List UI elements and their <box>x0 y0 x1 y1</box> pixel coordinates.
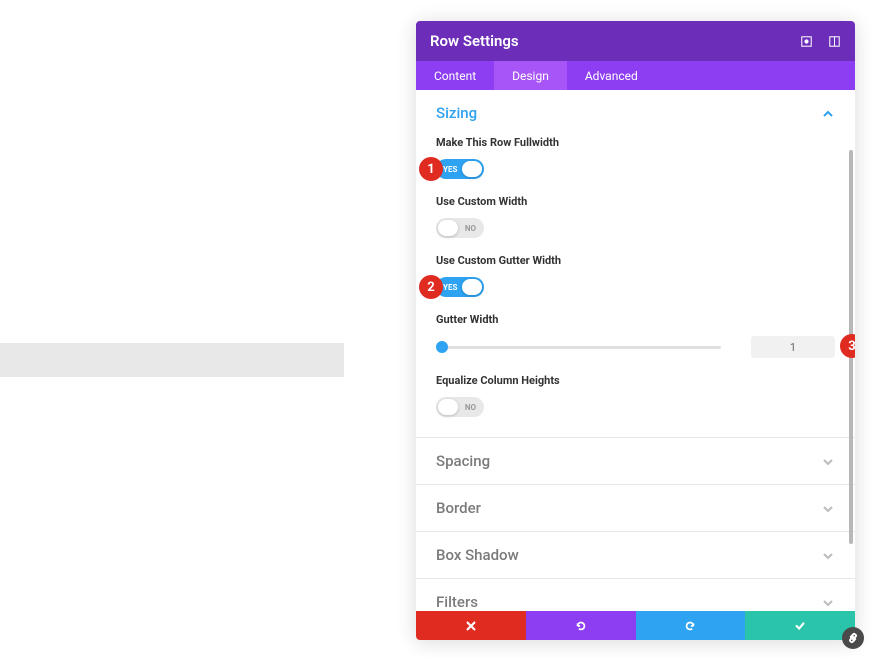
panel-header: Row Settings <box>416 21 855 61</box>
toggle-custom-gutter[interactable]: YES <box>436 277 484 297</box>
annotation-badge-3: 3 <box>840 334 855 358</box>
field-equalize: Equalize Column Heights NO <box>436 374 835 417</box>
cancel-button[interactable] <box>416 611 526 640</box>
panel-title: Row Settings <box>430 32 519 50</box>
section-header-border[interactable]: Border <box>416 485 855 531</box>
tab-content[interactable]: Content <box>416 61 494 90</box>
chevron-up-icon <box>821 106 835 120</box>
toggle-knob <box>462 279 482 295</box>
undo-button[interactable] <box>526 611 636 640</box>
toggle-label: YES <box>443 283 457 292</box>
toggle-knob <box>438 220 458 236</box>
section-spacing: Spacing <box>416 438 855 485</box>
section-title: Filters <box>436 593 478 611</box>
toggle-custom-width[interactable]: NO <box>436 218 484 238</box>
toggle-label: NO <box>465 224 476 233</box>
sizing-body: Make This Row Fullwidth 1 YES Use Custom… <box>416 136 855 437</box>
section-title: Sizing <box>436 104 477 122</box>
slider-thumb[interactable] <box>436 341 448 353</box>
tabs-bar: Content Design Advanced <box>416 61 855 90</box>
section-header-sizing[interactable]: Sizing <box>416 90 855 136</box>
section-box-shadow: Box Shadow <box>416 532 855 579</box>
background-bar <box>0 343 344 377</box>
section-sizing: Sizing Make This Row Fullwidth 1 YES <box>416 90 855 438</box>
tab-advanced[interactable]: Advanced <box>567 61 656 90</box>
help-fab[interactable] <box>842 627 864 649</box>
settings-panel: Row Settings Content Design Advanced Siz… <box>416 21 855 640</box>
panel-content: Sizing Make This Row Fullwidth 1 YES <box>416 90 855 611</box>
section-header-filters[interactable]: Filters <box>416 579 855 611</box>
field-label: Make This Row Fullwidth <box>436 136 835 149</box>
annotation-badge-1: 1 <box>419 157 443 181</box>
gutter-width-slider[interactable] <box>436 346 721 349</box>
toggle-fullwidth[interactable]: YES <box>436 159 484 179</box>
field-label: Use Custom Width <box>436 195 835 208</box>
header-actions <box>799 34 841 48</box>
field-fullwidth: Make This Row Fullwidth 1 YES <box>436 136 835 179</box>
section-header-box-shadow[interactable]: Box Shadow <box>416 532 855 578</box>
chevron-down-icon <box>821 454 835 468</box>
section-title: Box Shadow <box>436 546 519 564</box>
field-label: Use Custom Gutter Width <box>436 254 835 267</box>
gutter-width-input[interactable] <box>751 336 835 358</box>
chevron-down-icon <box>821 595 835 609</box>
field-custom-gutter: Use Custom Gutter Width 2 YES <box>436 254 835 297</box>
fullscreen-icon[interactable] <box>799 34 813 48</box>
layout-icon[interactable] <box>827 34 841 48</box>
field-label: Gutter Width <box>436 313 835 326</box>
section-header-spacing[interactable]: Spacing <box>416 438 855 484</box>
tab-design[interactable]: Design <box>494 61 567 90</box>
toggle-equalize[interactable]: NO <box>436 397 484 417</box>
section-border: Border <box>416 485 855 532</box>
toggle-knob <box>462 161 482 177</box>
toggle-knob <box>438 399 458 415</box>
save-button[interactable] <box>745 611 855 640</box>
chevron-down-icon <box>821 548 835 562</box>
annotation-badge-2: 2 <box>419 275 443 299</box>
section-filters: Filters <box>416 579 855 611</box>
panel-footer <box>416 611 855 640</box>
field-gutter-width: Gutter Width 3 <box>436 313 835 358</box>
section-title: Spacing <box>436 452 490 470</box>
field-label: Equalize Column Heights <box>436 374 835 387</box>
section-title: Border <box>436 499 481 517</box>
field-custom-width: Use Custom Width NO <box>436 195 835 238</box>
redo-button[interactable] <box>636 611 746 640</box>
toggle-label: YES <box>443 165 457 174</box>
toggle-label: NO <box>465 403 476 412</box>
chevron-down-icon <box>821 501 835 515</box>
